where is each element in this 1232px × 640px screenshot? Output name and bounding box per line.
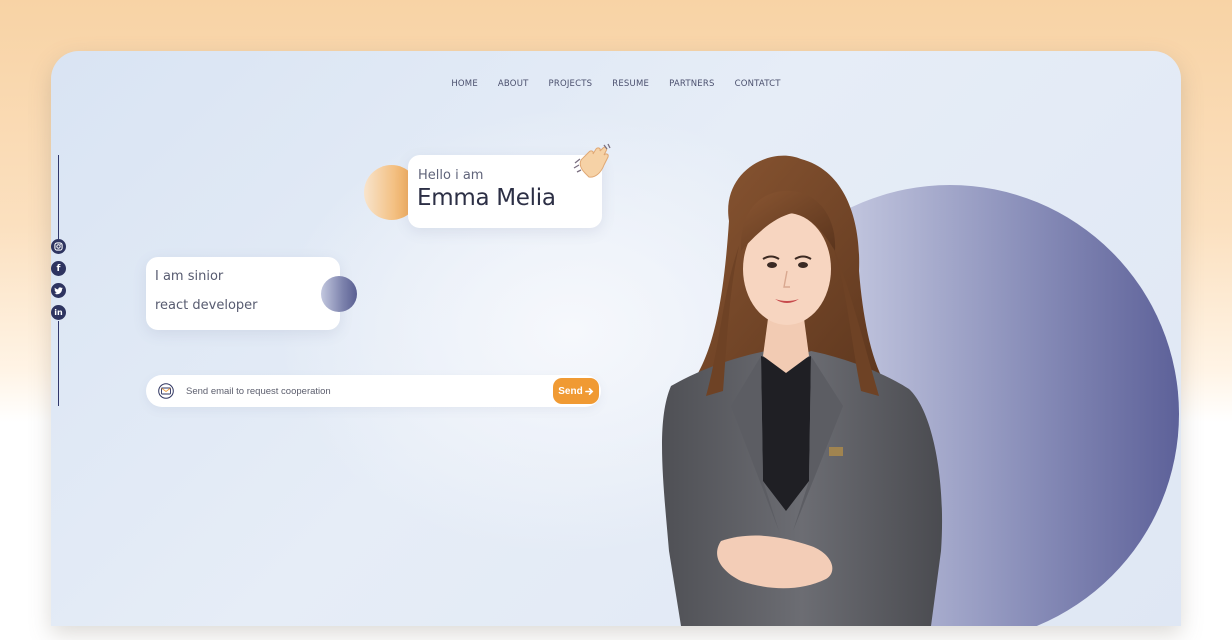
- send-label: Send: [558, 385, 583, 397]
- main-nav: HOME ABOUT PROJECTS RESUME PARTNERS CONT…: [51, 79, 1181, 89]
- role-line-2: react developer: [155, 298, 258, 313]
- email-input[interactable]: [186, 381, 546, 401]
- nav-contact[interactable]: CONTATCT: [735, 79, 781, 89]
- waving-hand-icon: [573, 143, 611, 178]
- profile-photo: [662, 155, 943, 626]
- portfolio-card: HOME ABOUT PROJECTS RESUME PARTNERS CONT…: [51, 51, 1181, 626]
- send-button[interactable]: Send: [553, 378, 599, 404]
- nav-resume[interactable]: RESUME: [612, 79, 649, 89]
- instagram-icon[interactable]: [51, 239, 66, 254]
- nav-about[interactable]: ABOUT: [498, 79, 529, 89]
- facebook-icon[interactable]: f: [51, 261, 66, 276]
- twitter-icon[interactable]: [51, 283, 66, 298]
- mail-icon: [158, 383, 174, 399]
- nav-projects[interactable]: PROJECTS: [549, 79, 593, 89]
- linkedin-icon[interactable]: in: [51, 305, 66, 320]
- intro-name: Emma Melia: [417, 185, 556, 211]
- role-card: I am sinior react developer: [146, 257, 340, 330]
- sidebar-line-top: [58, 155, 59, 239]
- nav-partners[interactable]: PARTNERS: [669, 79, 715, 89]
- intro-greeting: Hello i am: [418, 168, 484, 183]
- sidebar-line-bottom: [58, 321, 59, 406]
- email-request-bar: Send: [146, 375, 601, 407]
- arrow-right-icon: [584, 387, 594, 395]
- nav-home[interactable]: HOME: [451, 79, 478, 89]
- purple-decorative-ball: [321, 276, 357, 312]
- role-line-1: I am sinior: [155, 269, 224, 284]
